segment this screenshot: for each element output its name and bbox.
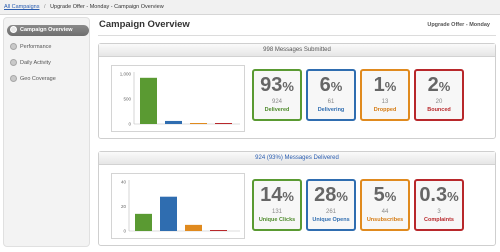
breadcrumb-all-campaigns-link[interactable]: All Campaigns xyxy=(4,4,39,10)
title-divider xyxy=(98,35,496,36)
bar-complaints xyxy=(210,230,227,231)
y-tick-label: 1,000 xyxy=(120,72,132,77)
sidebar-item-performance[interactable]: Performance xyxy=(7,42,89,53)
bar-unsubscribes xyxy=(185,224,202,231)
bar-dropped xyxy=(190,123,207,124)
stat-delivered: 93% 924 Delivered xyxy=(252,69,302,121)
stat-bounced-count: 20 xyxy=(435,99,443,105)
stat-delivering: 6% 61 Delivering xyxy=(306,69,356,121)
stat-unique-clicks-count: 131 xyxy=(271,209,282,215)
stat-complaints-count: 3 xyxy=(437,209,441,215)
stat-delivered-percent: 93% xyxy=(260,74,294,96)
delivered-panel: 924 (93%) Messages Delivered 40 20 0 14% 1… xyxy=(98,151,496,246)
breadcrumb-current: Upgrade Offer - Monday - Campaign Overvi… xyxy=(50,4,164,10)
geo-coverage-icon xyxy=(10,75,17,83)
stat-dropped-label: Dropped xyxy=(373,107,397,113)
stat-delivering-count: 61 xyxy=(327,99,335,105)
stat-dropped: 1% 13 Dropped xyxy=(360,69,410,121)
breadcrumb-separator: / xyxy=(44,4,46,10)
sidebar-item-campaign-overview[interactable]: Campaign Overview xyxy=(7,25,89,36)
bar-delivered xyxy=(140,77,157,124)
daily-activity-icon xyxy=(10,59,17,67)
stat-unsubscribes-count: 44 xyxy=(381,209,389,215)
stat-unique-opens: 28% 261 Unique Opens xyxy=(306,179,356,231)
y-tick-label: 0 xyxy=(123,229,126,234)
submitted-bar-chart: 1,000 500 0 xyxy=(120,72,240,127)
bar-bounced xyxy=(215,123,232,124)
sidebar: Campaign Overview Performance Daily Acti… xyxy=(3,17,90,247)
sidebar-item-daily-activity[interactable]: Daily Activity xyxy=(7,58,89,69)
stat-bounced-label: Bounced xyxy=(427,107,451,113)
y-tick-label: 0 xyxy=(128,122,131,127)
bar-delivering xyxy=(165,120,182,124)
stat-complaints-percent: 0.3% xyxy=(419,184,459,206)
stat-unsubscribes: 5% 44 Unsubscribes xyxy=(360,179,410,231)
stat-unique-clicks-percent: 14% xyxy=(260,184,294,206)
submitted-panel: 998 Messages Submitted 1,000 500 0 93% 924… xyxy=(98,43,496,139)
sidebar-item-label: Daily Activity xyxy=(20,60,51,66)
stat-unique-opens-count: 261 xyxy=(325,209,336,215)
sidebar-item-label: Performance xyxy=(20,44,52,50)
stat-unique-opens-percent: 28% xyxy=(314,184,348,206)
sidebar-item-label: Geo Coverage xyxy=(20,76,56,82)
sidebar-item-label: Campaign Overview xyxy=(20,27,73,33)
submitted-chart: 1,000 500 0 xyxy=(111,65,245,132)
stat-dropped-percent: 1% xyxy=(373,74,397,96)
stat-unsubscribes-label: Unsubscribes xyxy=(366,217,404,223)
page-title: Campaign Overview xyxy=(99,19,190,30)
delivered-chart: 40 20 0 xyxy=(111,173,245,239)
stat-delivering-percent: 6% xyxy=(319,74,343,96)
y-tick-label: 20 xyxy=(121,204,127,209)
campaign-name: Upgrade Offer - Monday xyxy=(427,22,490,28)
bar-unique-clicks xyxy=(135,213,152,231)
y-tick-label: 500 xyxy=(123,97,131,102)
stat-delivered-label: Delivered xyxy=(264,107,290,113)
stat-unique-clicks-label: Unique Clicks xyxy=(258,217,296,223)
stat-delivered-count: 924 xyxy=(271,99,282,105)
stat-delivering-label: Delivering xyxy=(317,107,345,113)
breadcrumb: All Campaigns / Upgrade Offer - Monday -… xyxy=(0,0,500,15)
bar-unique-opens xyxy=(160,196,177,231)
overview-icon xyxy=(10,26,17,34)
stat-unsubscribes-percent: 5% xyxy=(373,184,397,206)
stat-dropped-count: 13 xyxy=(381,99,389,105)
sidebar-item-geo-coverage[interactable]: Geo Coverage xyxy=(7,74,89,85)
stat-complaints: 0.3% 3 Complaints xyxy=(414,179,464,231)
y-tick-label: 40 xyxy=(121,180,127,185)
stat-unique-clicks: 14% 131 Unique Clicks xyxy=(252,179,302,231)
performance-icon xyxy=(10,43,17,51)
delivered-panel-header: 924 (93%) Messages Delivered xyxy=(99,152,495,165)
stat-complaints-label: Complaints xyxy=(424,217,454,223)
submitted-panel-header: 998 Messages Submitted xyxy=(99,44,495,57)
stat-bounced-percent: 2% xyxy=(427,74,451,96)
stat-bounced: 2% 20 Bounced xyxy=(414,69,464,121)
stat-unique-opens-label: Unique Opens xyxy=(312,217,350,223)
delivered-bar-chart: 40 20 0 xyxy=(121,180,240,234)
